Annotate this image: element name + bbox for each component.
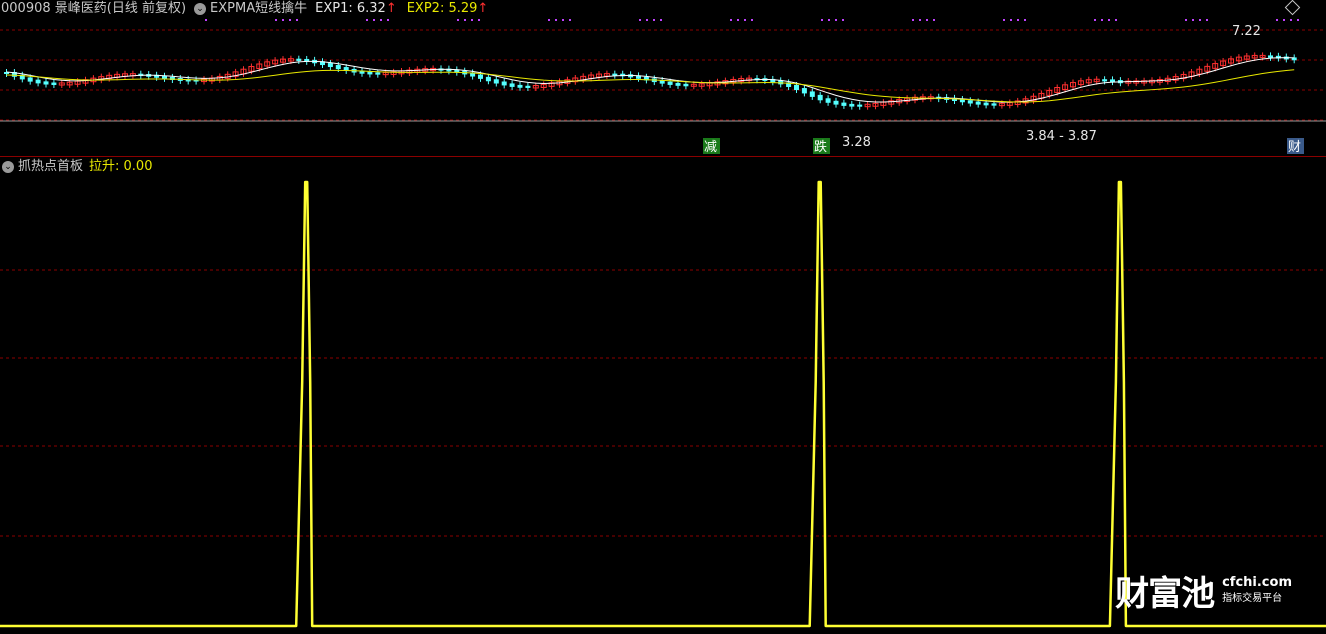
watermark-site: cfchi.com [1222, 574, 1292, 590]
watermark-logo: 财富池 [1115, 574, 1215, 614]
spike-chart[interactable] [0, 0, 1326, 634]
watermark: 财富池 cfchi.com 指标交易平台 [1115, 566, 1292, 615]
watermark-tagline: 指标交易平台 [1222, 592, 1283, 604]
lashing-line [0, 180, 1326, 628]
